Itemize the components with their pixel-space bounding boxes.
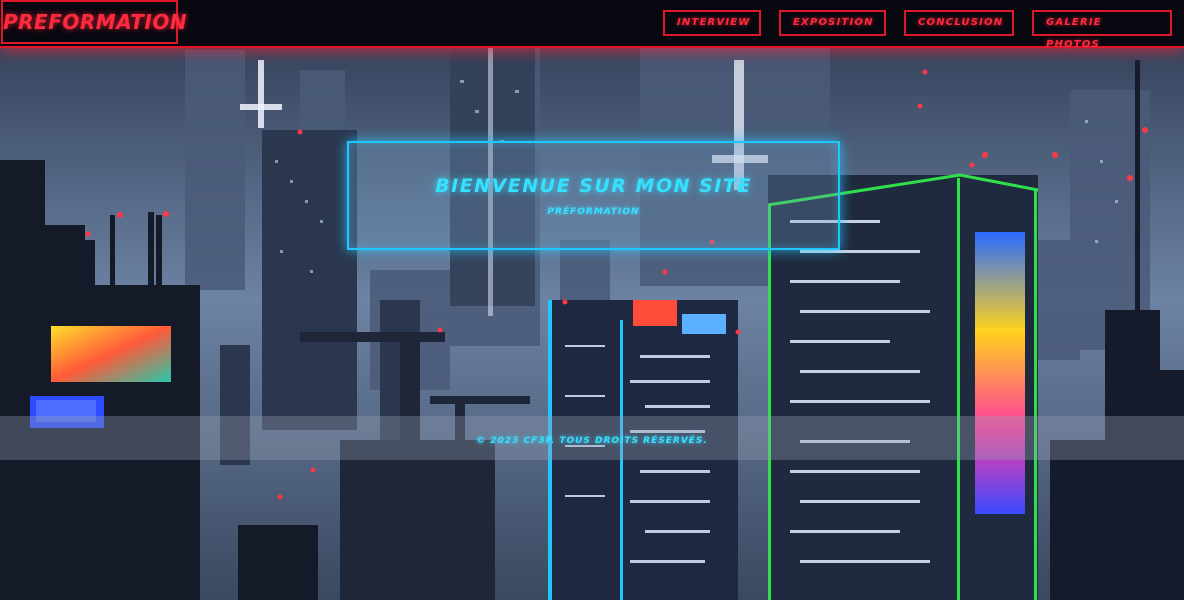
cyberpunk-city-background — [0, 0, 1184, 600]
welcome-title: BIENVENUE SUR MON SITE — [435, 175, 752, 197]
nav-exposition-button[interactable]: EXPOSITION — [779, 10, 886, 36]
city-illustration — [0, 0, 1184, 600]
nav-interview-button[interactable]: INTERVIEW — [663, 10, 761, 36]
site-footer: © 2023 CF3P. TOUS DROITS RÉSERVÉS. — [0, 416, 1184, 460]
welcome-subtitle: PRÉFORMATION — [547, 207, 640, 217]
nav-conclusion-button[interactable]: CONCLUSION — [904, 10, 1014, 36]
copyright-text: © 2023 CF3P. TOUS DROITS RÉSERVÉS. — [476, 436, 708, 446]
welcome-panel: BIENVENUE SUR MON SITE PRÉFORMATION — [347, 141, 840, 250]
brand-logo-link[interactable]: PREFORMATION — [1, 0, 187, 44]
main-nav: INTERVIEW EXPOSITION CONCLUSION GALERIE … — [663, 10, 1172, 50]
site-header: PREFORMATION INTERVIEW EXPOSITION CONCLU… — [0, 0, 1184, 50]
nav-galerie-photos-button[interactable]: GALERIE PHOTOS — [1032, 10, 1172, 50]
